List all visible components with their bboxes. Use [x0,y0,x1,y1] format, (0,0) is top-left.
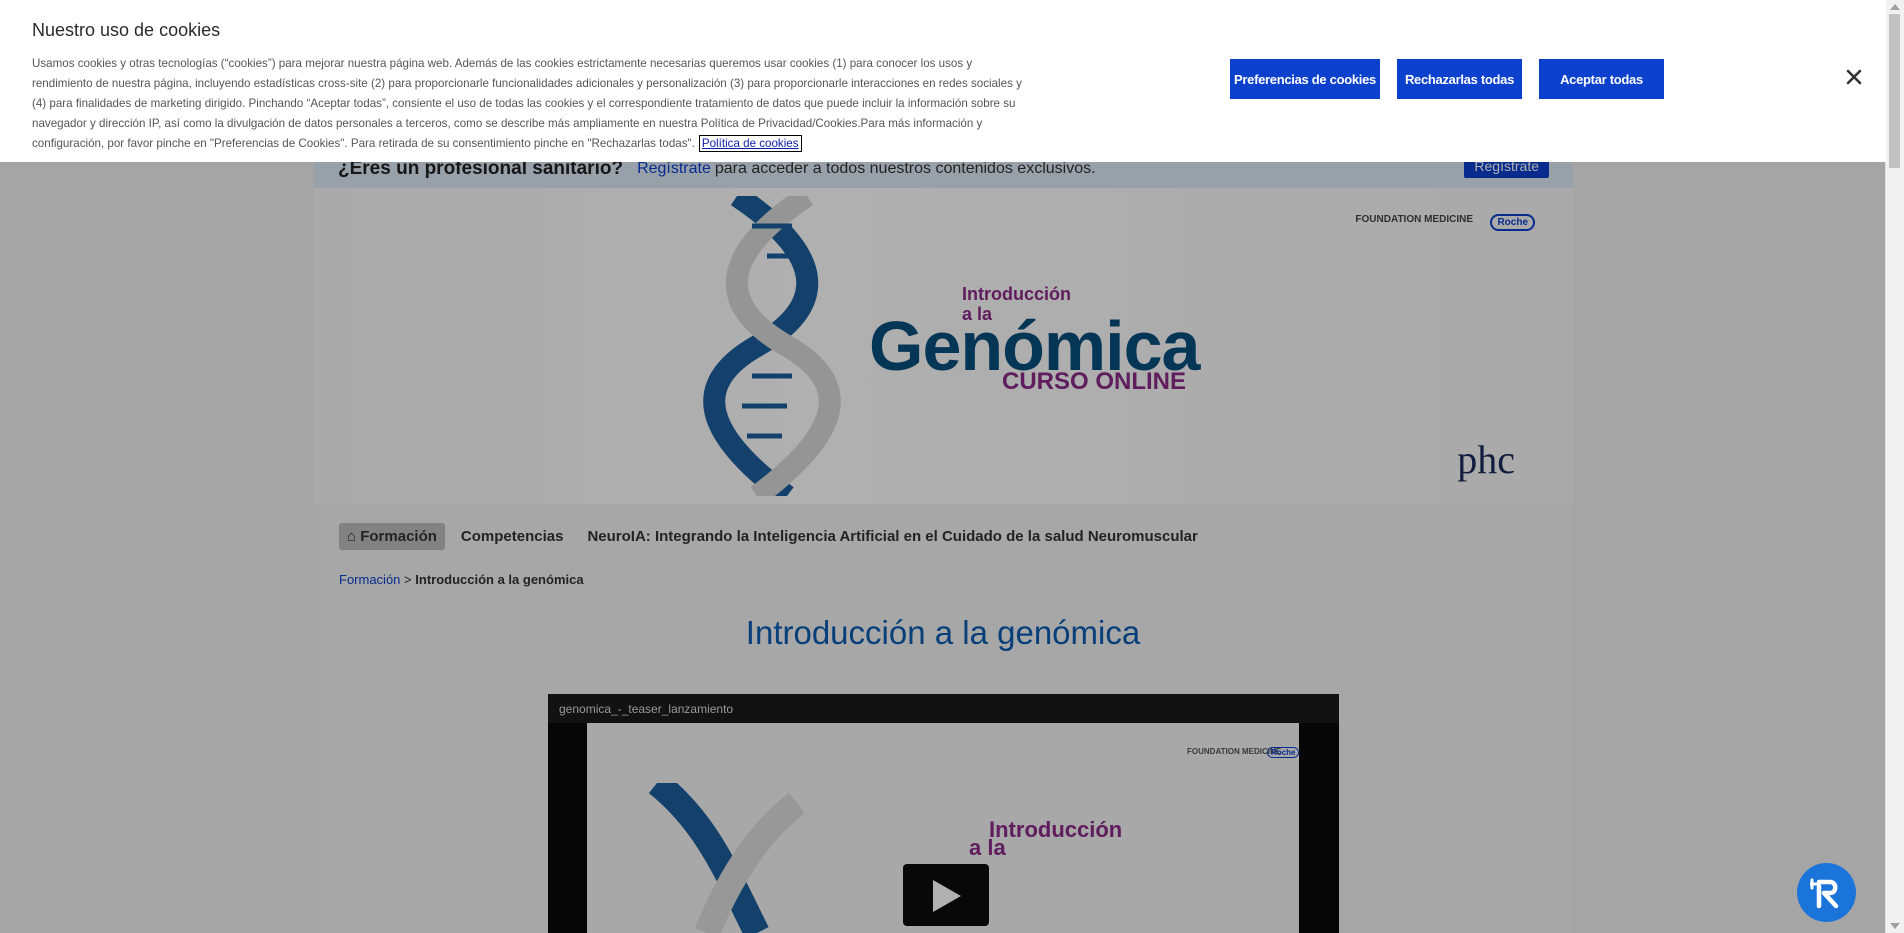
cookie-policy-link[interactable]: Política de cookies [698,135,802,152]
scroll-down-arrow-icon[interactable] [1890,923,1900,929]
cookie-banner-text: Usamos cookies y otras tecnologías (“coo… [32,54,1022,154]
cookie-banner: Nuestro uso de cookies Usamos cookies y … [0,0,1886,162]
assistant-fab-button[interactable] [1797,863,1856,922]
accept-all-button[interactable]: Aceptar todas [1539,59,1664,99]
close-icon[interactable] [1843,66,1865,88]
scrollbar[interactable] [1885,0,1904,933]
cookie-banner-body: Usamos cookies y otras tecnologías (“coo… [32,57,1022,150]
scroll-up-arrow-icon[interactable] [1890,4,1900,10]
scroll-thumb[interactable] [1889,14,1900,168]
cookie-banner-title: Nuestro uso de cookies [32,20,221,40]
cookie-preferences-button[interactable]: Preferencias de cookies [1230,59,1380,99]
assistant-logo-icon [1810,878,1839,909]
reject-all-button[interactable]: Rechazarlas todas [1397,59,1522,99]
